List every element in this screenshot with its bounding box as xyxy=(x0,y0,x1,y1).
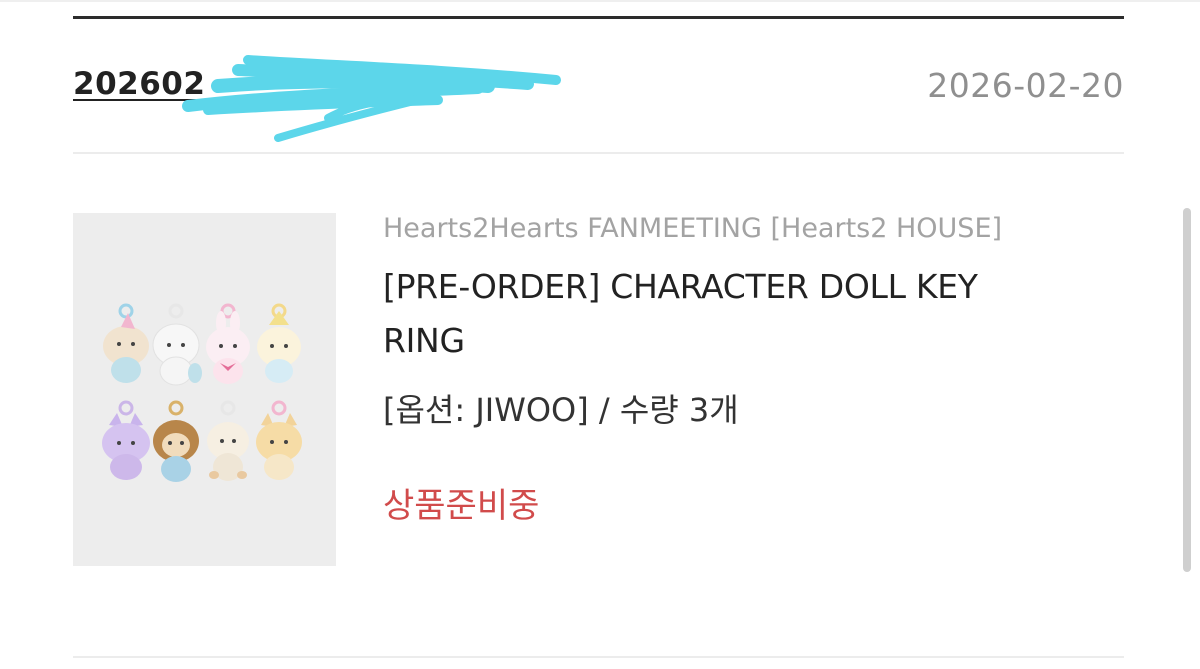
top-edge xyxy=(0,0,1200,2)
doll-5 xyxy=(102,400,150,480)
doll-2 xyxy=(152,303,202,386)
product-thumbnail[interactable] xyxy=(73,213,336,566)
product-info: Hearts2Hearts FANMEETING [Hearts2 HOUSE]… xyxy=(383,210,1123,528)
section-divider xyxy=(73,152,1124,154)
redaction-scribble xyxy=(182,55,561,142)
doll-3 xyxy=(206,303,250,384)
order-date: 2026-02-20 xyxy=(927,66,1124,105)
bottom-divider xyxy=(73,656,1124,658)
doll-6 xyxy=(153,400,199,482)
option-quantity: [옵션: JIWOO] / 수량 3개 xyxy=(383,391,739,429)
event-name: Hearts2Hearts FANMEETING [Hearts2 HOUSE] xyxy=(383,213,1003,244)
doll-7 xyxy=(207,400,249,481)
doll-4 xyxy=(257,303,301,383)
product-title-link[interactable]: [PRE-ORDER] CHARACTER DOLL KEY RING xyxy=(383,260,1063,368)
doll-8 xyxy=(256,400,302,480)
order-detail-page: 202602 01 2026-02-20 Hearts2Hearts FANME… xyxy=(0,0,1200,669)
keyring-dolls-image xyxy=(102,303,302,482)
scrollbar-thumb[interactable] xyxy=(1183,208,1191,572)
header-divider xyxy=(73,16,1124,19)
order-status: 상품준비중 xyxy=(383,486,540,526)
doll-1 xyxy=(103,303,149,383)
